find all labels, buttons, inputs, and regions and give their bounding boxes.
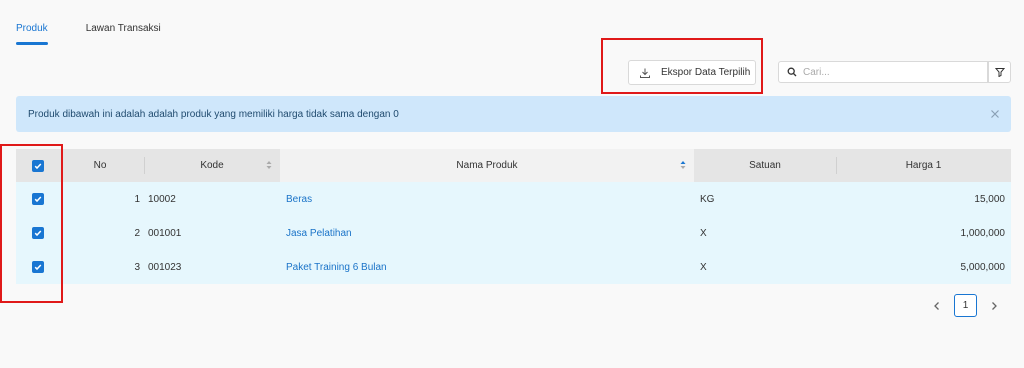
sort-icon (266, 161, 272, 169)
tab-bar: Produk Lawan Transaksi (16, 0, 161, 46)
column-header-kode[interactable]: Kode (144, 149, 280, 182)
sort-icon (680, 161, 686, 169)
cell-harga: 5,000,000 (960, 261, 1006, 273)
product-link[interactable]: Paket Training 6 Bulan (286, 262, 387, 273)
cell-no: 2 (134, 227, 140, 239)
column-header-satuan: Satuan (749, 160, 781, 171)
cell-kode: 001001 (148, 227, 182, 239)
product-link[interactable]: Beras (286, 194, 312, 205)
next-page-button[interactable] (987, 299, 1001, 313)
chevron-left-icon (934, 301, 939, 310)
filter-icon (994, 68, 1005, 77)
cell-kode: 001023 (148, 261, 182, 273)
table-row: 2 001001 Jasa Pelatihan X 1,000,000 (16, 216, 1011, 250)
alert-message: Produk dibawah ini adalah adalah produk … (28, 108, 399, 120)
column-header-nama-produk[interactable]: Nama Produk (280, 149, 694, 182)
tab-produk[interactable]: Produk (16, 0, 48, 46)
cell-kode: 10002 (148, 193, 176, 205)
search-input[interactable] (803, 66, 983, 78)
page-number-button[interactable]: 1 (954, 294, 977, 317)
search-box (778, 61, 988, 83)
search-icon (787, 67, 797, 77)
table-row: 3 001023 Paket Training 6 Bulan X 5,000,… (16, 250, 1011, 284)
cell-satuan: KG (700, 193, 715, 205)
cell-satuan: X (700, 227, 707, 239)
product-link[interactable]: Jasa Pelatihan (286, 228, 352, 239)
cell-satuan: X (700, 261, 707, 273)
cell-harga: 1,000,000 (960, 227, 1006, 239)
close-icon[interactable] (989, 108, 1001, 120)
filter-button[interactable] (988, 61, 1011, 83)
prev-page-button[interactable] (930, 299, 944, 313)
column-header-harga: Harga 1 (836, 149, 1011, 182)
tab-lawan-transaksi[interactable]: Lawan Transaksi (86, 0, 161, 46)
checkbox-highlight-box (0, 144, 63, 303)
chevron-right-icon (992, 301, 997, 310)
table-row: 1 10002 Beras KG 15,000 (16, 182, 1011, 216)
cell-harga: 15,000 (974, 193, 1005, 205)
cell-no: 1 (134, 193, 140, 205)
pagination: 1 (930, 294, 1001, 317)
product-table: No Kode Nama Produk Satuan Harga 1 1 100… (16, 149, 1011, 284)
table-header: No Kode Nama Produk Satuan Harga 1 (16, 149, 1011, 182)
column-header-no: No (93, 160, 107, 171)
info-alert: Produk dibawah ini adalah adalah produk … (16, 96, 1011, 132)
cell-no: 3 (134, 261, 140, 273)
export-highlight-box (601, 38, 763, 94)
